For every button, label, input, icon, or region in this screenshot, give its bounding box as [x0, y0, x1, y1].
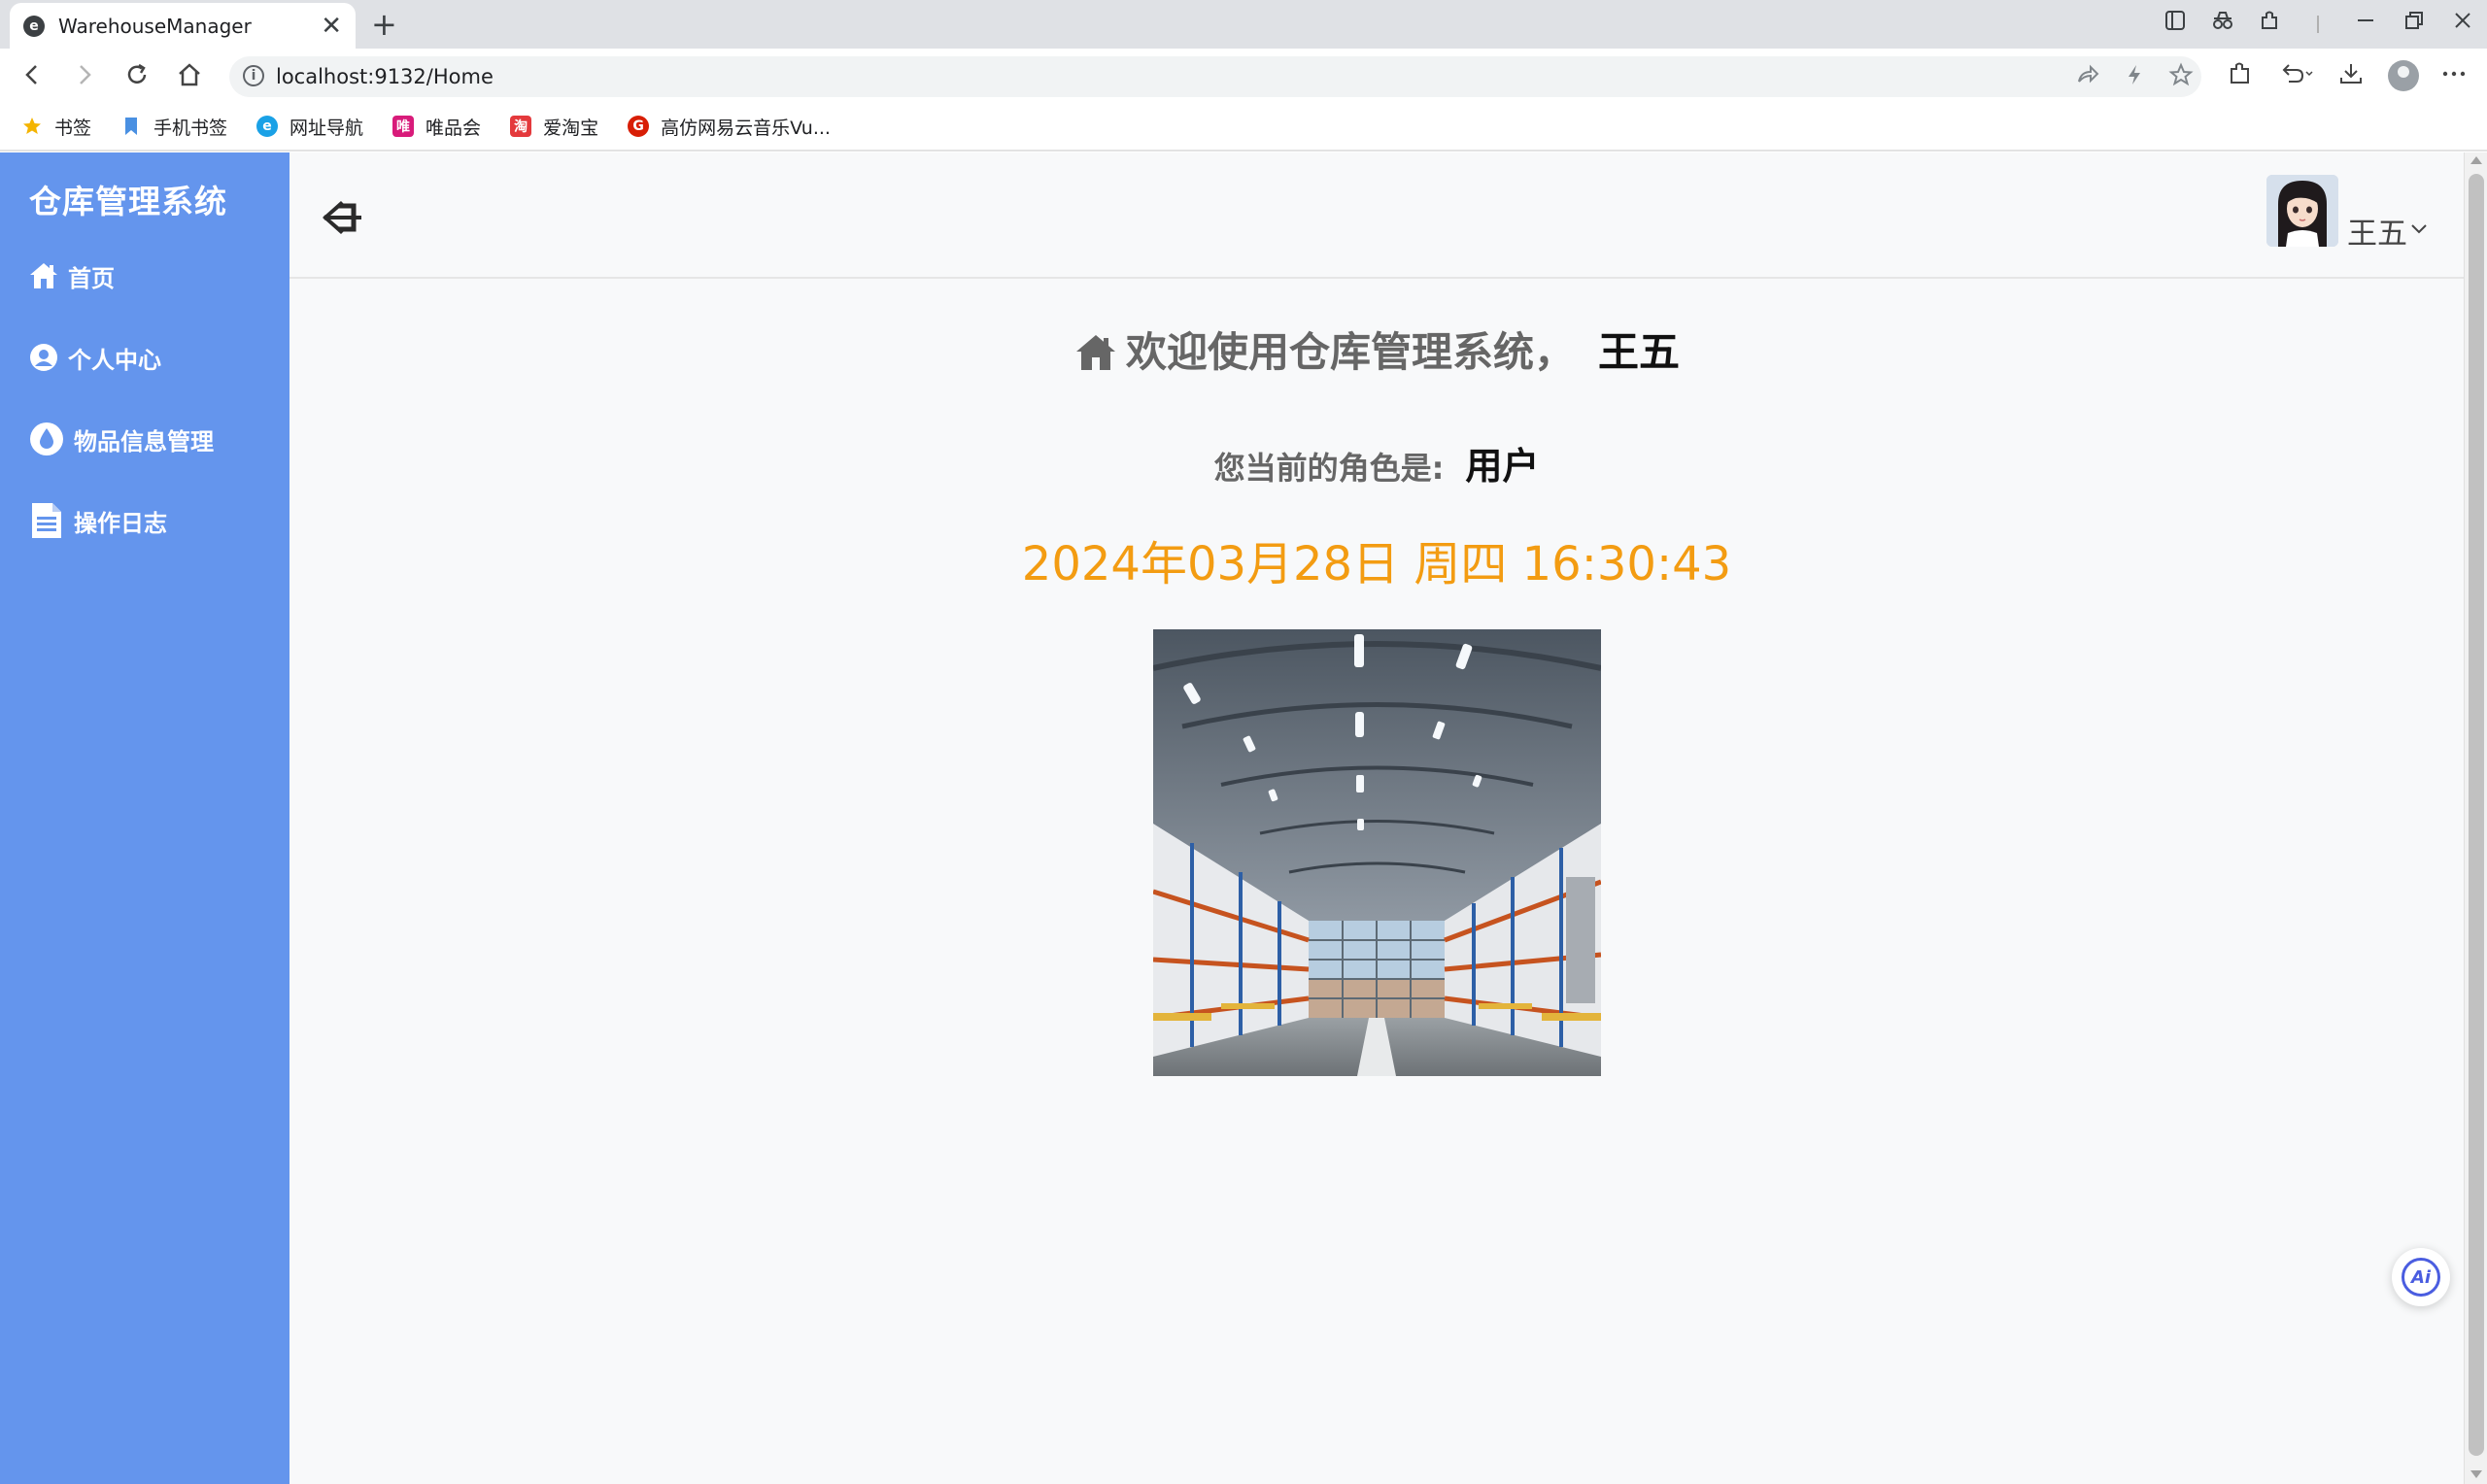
droplet-icon [30, 422, 63, 455]
incognito-icon[interactable] [2211, 10, 2234, 40]
document-icon [32, 503, 61, 538]
tab-actions-icon[interactable] [2164, 10, 2186, 40]
page-scrollbar[interactable] [2464, 152, 2487, 1484]
bookmark-item[interactable]: G 高仿网易云音乐Vu... [628, 114, 831, 140]
navigation-icon: e [256, 116, 279, 137]
extensions-icon[interactable] [2259, 10, 2280, 40]
scroll-thumb[interactable] [2469, 174, 2484, 1456]
star-icon [21, 116, 43, 137]
sidebar-item-items[interactable]: 物品信息管理 [27, 417, 214, 461]
avatar[interactable] [2266, 175, 2338, 247]
bookmark-label: 高仿网易云音乐Vu... [661, 117, 831, 139]
url-field[interactable]: i localhost:9132/Home [229, 56, 2201, 97]
new-tab-button[interactable]: + [371, 6, 397, 43]
more-options-icon[interactable] [2440, 60, 2468, 94]
minimize-icon[interactable] [2355, 10, 2376, 40]
arrow-left-square-icon [323, 201, 361, 234]
bookmark-label: 书签 [54, 117, 92, 139]
site-info-icon[interactable]: i [243, 65, 264, 86]
ai-assistant-button[interactable]: Ai [2392, 1248, 2450, 1306]
bookmark-item[interactable]: 手机书签 [120, 114, 227, 140]
download-icon[interactable] [2337, 60, 2365, 94]
welcome-text: 欢迎使用仓库管理系统， [1125, 328, 1575, 376]
share-icon[interactable] [2075, 62, 2100, 94]
favorite-star-icon[interactable] [2168, 62, 2194, 94]
sidebar-item-label: 物品信息管理 [74, 427, 214, 455]
sidebar-item-label: 个人中心 [68, 346, 161, 374]
role-label: 您当前的角色是: [1213, 450, 1445, 487]
collapse-sidebar-button[interactable] [319, 197, 367, 242]
main-content: 王五 欢迎使用仓库管理系统， 王五 您当前的角色是: 用户 2024年03月28日 … [290, 152, 2464, 1484]
aitaobao-icon: 淘 [510, 116, 532, 137]
sidebar-item-profile[interactable]: 个人中心 [27, 335, 161, 380]
sidebar: 仓库管理系统 首页 个人中心 物品信息管理 操作日志 [0, 152, 290, 1484]
home-icon [30, 263, 57, 288]
site-favicon-icon: e [23, 15, 45, 37]
bookmarks-bar: 书签 手机书签 e 网址导航 唯 唯品会 淘 爱淘宝 G 高仿网易云音乐Vu..… [0, 103, 2487, 152]
profile-icon[interactable] [2388, 60, 2419, 91]
welcome-heading: 欢迎使用仓库管理系统， 王五 [290, 320, 2464, 379]
ai-icon: Ai [2402, 1258, 2440, 1297]
home-browser-icon[interactable] [175, 60, 204, 96]
sidebar-item-home[interactable]: 首页 [27, 253, 115, 298]
current-datetime: 2024年03月28日 周四 16:30:43 [1021, 537, 1732, 591]
forward-icon[interactable] [70, 60, 99, 96]
role-value: 用户 [1465, 445, 1540, 488]
role-line: 您当前的角色是: 用户 [290, 436, 2464, 489]
system-title: 仓库管理系统 [29, 183, 227, 220]
chevron-down-icon[interactable] [2410, 217, 2428, 240]
bookmark-label: 网址导航 [290, 117, 364, 139]
bookmark-label: 唯品会 [426, 117, 482, 139]
sidebar-item-label: 首页 [68, 264, 115, 292]
window-close-icon[interactable] [2452, 10, 2473, 40]
undo-menu-icon[interactable] [2279, 60, 2314, 94]
bookmark-item[interactable]: e 网址导航 [256, 114, 363, 140]
scroll-down-icon[interactable] [2470, 1470, 2482, 1478]
bookmark-label: 爱淘宝 [543, 117, 599, 139]
browser-tab[interactable]: e WarehouseManager ✕ [10, 3, 356, 49]
sidebar-item-label: 操作日志 [74, 509, 167, 537]
extension-puzzle-icon[interactable] [2227, 60, 2254, 94]
browser-tab-bar: e WarehouseManager ✕ + [0, 0, 2487, 49]
vipshop-icon: 唯 [392, 116, 415, 137]
restore-icon[interactable] [2403, 10, 2425, 40]
browser-address-bar: i localhost:9132/Home [0, 49, 2487, 103]
bookmark-icon [120, 116, 142, 137]
tab-title: WarehouseManager [58, 14, 252, 38]
user-circle-icon [30, 344, 57, 371]
scroll-up-icon[interactable] [2470, 156, 2482, 164]
bookmark-item[interactable]: 唯 唯品会 [392, 114, 481, 140]
sidebar-item-logs[interactable]: 操作日志 [27, 498, 167, 543]
bookmark-item[interactable]: 书签 [21, 114, 91, 140]
welcome-user-name: 王五 [1598, 328, 1681, 376]
home-icon [1075, 335, 1115, 370]
user-name[interactable]: 王五 [2347, 209, 2407, 253]
tab-close-icon[interactable]: ✕ [321, 14, 342, 39]
bookmark-label: 手机书签 [153, 117, 228, 139]
window-controls-divider [2317, 16, 2319, 33]
back-icon[interactable] [17, 60, 47, 96]
app-container: 仓库管理系统 首页 个人中心 物品信息管理 操作日志 王五 欢迎使用仓库管理系统… [0, 152, 2487, 1484]
top-header: 王五 [290, 152, 2464, 279]
bookmark-item[interactable]: 淘 爱淘宝 [510, 114, 598, 140]
user-avatar-illustration [2266, 175, 2338, 247]
netease-music-icon: G [628, 116, 650, 137]
lightning-icon[interactable] [2122, 62, 2147, 94]
url-text[interactable]: localhost:9132/Home [276, 65, 494, 88]
warehouse-image [1153, 629, 1601, 1076]
reload-icon[interactable] [122, 60, 152, 96]
